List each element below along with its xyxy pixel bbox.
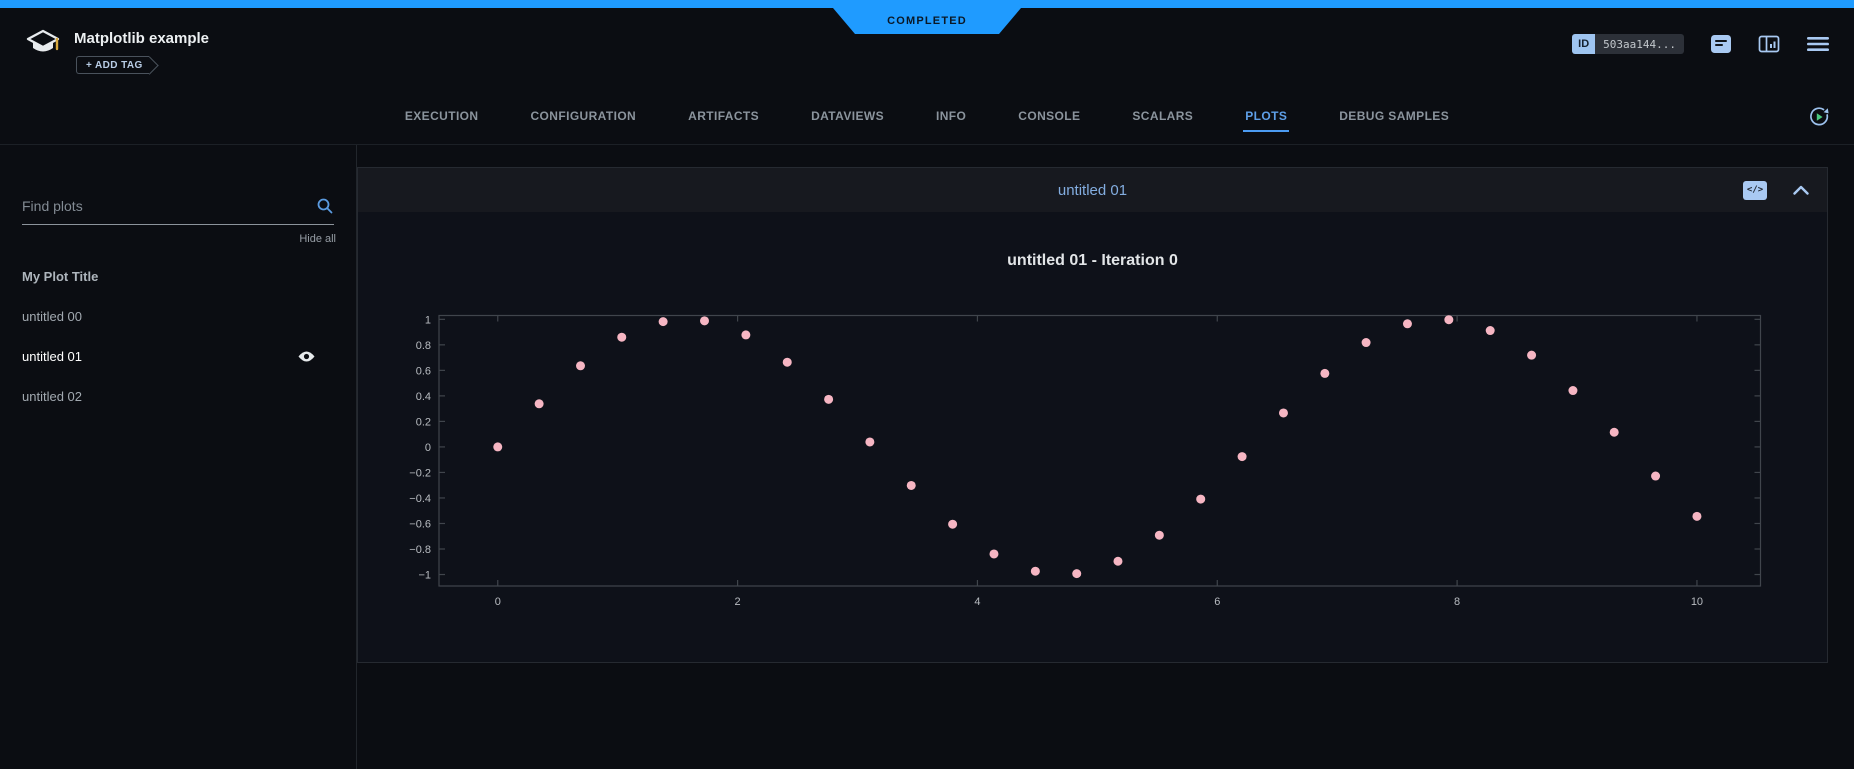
plot-list-item-untitled-00[interactable]: untitled 00 xyxy=(0,296,356,336)
plot-sidebar: Hide all My Plot Title untitled 00 untit… xyxy=(0,145,357,769)
tab-console[interactable]: CONSOLE xyxy=(1016,103,1082,132)
svg-text:−0.2: −0.2 xyxy=(409,467,431,479)
task-title: Matplotlib example xyxy=(74,30,209,47)
find-plots-input[interactable] xyxy=(22,198,316,214)
plot-card: untitled 01 </> untitled 01 - Iteration … xyxy=(357,167,1828,663)
app-window: COMPLETED Matplotlib example + ADD TAG I… xyxy=(0,0,1854,769)
svg-text:8: 8 xyxy=(1454,596,1460,608)
scatter-chart[interactable]: 0 2 4 6 8 10 1 0.8 0.6 0.4 0.2 0 −0.2 −0.4 −0.6 −0.8 −1 xyxy=(358,212,1828,662)
plot-card-header: untitled 01 </> xyxy=(358,168,1827,212)
menu-icon[interactable] xyxy=(1806,35,1830,53)
tab-debug-samples[interactable]: DEBUG SAMPLES xyxy=(1337,103,1451,132)
task-type-icon xyxy=(24,26,62,62)
id-label: ID xyxy=(1572,34,1595,54)
svg-text:0.2: 0.2 xyxy=(416,416,431,428)
svg-text:0.8: 0.8 xyxy=(416,340,431,352)
tab-plots[interactable]: PLOTS xyxy=(1243,103,1289,132)
plot-list-item-untitled-02[interactable]: untitled 02 xyxy=(0,376,356,416)
auto-refresh-icon[interactable] xyxy=(1806,104,1832,130)
eye-icon[interactable] xyxy=(297,350,316,363)
svg-text:−1: −1 xyxy=(418,570,431,582)
search-icon[interactable] xyxy=(316,197,334,215)
code-embed-icon[interactable]: </> xyxy=(1743,181,1767,200)
svg-text:6: 6 xyxy=(1214,596,1220,608)
description-icon[interactable] xyxy=(1710,34,1732,54)
svg-text:−0.6: −0.6 xyxy=(409,518,431,530)
header: Matplotlib example + ADD TAG ID 503aa144… xyxy=(0,8,1854,90)
tab-info[interactable]: INFO xyxy=(934,103,968,132)
add-tag-button[interactable]: + ADD TAG xyxy=(76,56,149,74)
hide-all-link[interactable]: Hide all xyxy=(0,233,336,245)
task-id-value[interactable]: 503aa144... xyxy=(1595,34,1684,54)
tab-configuration[interactable]: CONFIGURATION xyxy=(528,103,638,132)
tab-execution[interactable]: EXECUTION xyxy=(403,103,481,132)
svg-text:0.4: 0.4 xyxy=(416,391,431,403)
plot-list-item-untitled-01[interactable]: untitled 01 xyxy=(0,336,356,376)
svg-text:0: 0 xyxy=(425,442,431,454)
details-panel-icon[interactable] xyxy=(1758,34,1780,54)
plot-list: My Plot Title untitled 00 untitled 01 un… xyxy=(0,256,356,416)
svg-text:10: 10 xyxy=(1691,596,1703,608)
svg-text:0.6: 0.6 xyxy=(416,365,431,377)
plot-list-item-my-plot-title[interactable]: My Plot Title xyxy=(0,256,356,296)
plot-card-body: untitled 01 - Iteration 0 024681010.80.6… xyxy=(358,212,1827,662)
task-id-badge: ID 503aa144... xyxy=(1572,34,1684,54)
top-accent-bar xyxy=(0,0,1854,8)
svg-text:2: 2 xyxy=(735,596,741,608)
plot-card-title: untitled 01 xyxy=(358,182,1827,199)
plot-search-box xyxy=(22,197,334,225)
svg-text:4: 4 xyxy=(974,596,980,608)
tab-bar: EXECUTION CONFIGURATION ARTIFACTS DATAVI… xyxy=(0,90,1854,145)
tab-artifacts[interactable]: ARTIFACTS xyxy=(686,103,761,132)
svg-text:−0.8: −0.8 xyxy=(409,544,431,556)
svg-text:1: 1 xyxy=(425,314,431,326)
collapse-chevron-icon[interactable] xyxy=(1793,185,1809,195)
tab-dataviews[interactable]: DATAVIEWS xyxy=(809,103,886,132)
plots-main-area: untitled 01 </> untitled 01 - Iteration … xyxy=(357,145,1854,769)
svg-text:0: 0 xyxy=(495,596,501,608)
svg-text:−0.4: −0.4 xyxy=(409,493,431,505)
tab-scalars[interactable]: SCALARS xyxy=(1130,103,1195,132)
